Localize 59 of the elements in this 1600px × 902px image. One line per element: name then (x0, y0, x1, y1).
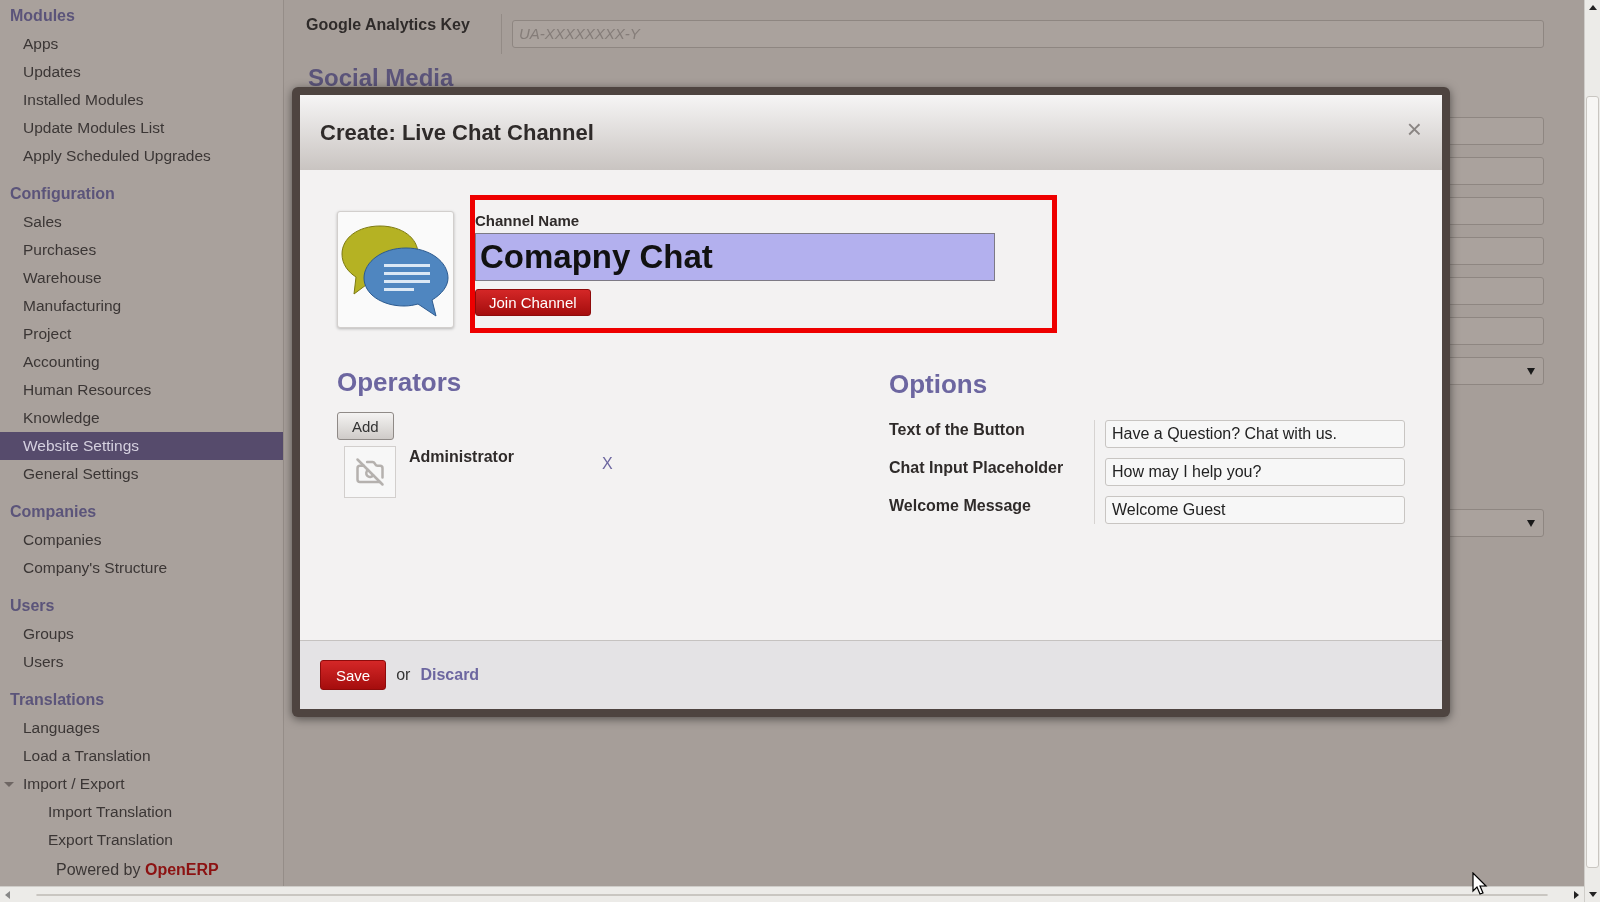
sidebar-item[interactable]: Warehouse (0, 264, 283, 292)
sidebar-item[interactable]: Load a Translation (0, 742, 283, 770)
sidebar-item[interactable]: Update Modules List (0, 114, 283, 142)
field-label: Channel Name (475, 212, 580, 229)
section-heading: Operators (337, 367, 462, 398)
sidebar-item[interactable]: Companies (0, 526, 283, 554)
dropdown-arrow-icon (1527, 368, 1535, 375)
sidebar-item[interactable]: Updates (0, 58, 283, 86)
add-button[interactable]: Add (337, 412, 394, 440)
sidebar-item[interactable]: Manufacturing (0, 292, 283, 320)
mouse-pointer-icon (1472, 872, 1488, 896)
field-label: Chat Input Placeholder (889, 458, 1065, 478)
join-channel-button[interactable]: Join Channel (475, 289, 591, 316)
sidebar-section-title: Users (9, 596, 56, 616)
caret-icon[interactable] (4, 782, 14, 787)
sidebar-item[interactable]: Website Settings (0, 432, 283, 460)
remove-link[interactable]: X (602, 455, 613, 473)
sidebar-section-title: Modules (9, 6, 76, 26)
sidebar-item[interactable]: Sales (0, 208, 283, 236)
input-field[interactable]: How may I help you? (1105, 458, 1405, 486)
sidebar-item[interactable]: Apps (0, 30, 283, 58)
vertical-scrollbar[interactable] (1584, 0, 1600, 902)
sidebar-item[interactable]: Languages (0, 714, 283, 742)
camera-off-icon (355, 457, 385, 487)
close-button[interactable]: × (1406, 115, 1422, 142)
sidebar-item[interactable]: Import / Export (0, 770, 283, 798)
section-heading: Options (889, 369, 989, 400)
channel-name-field[interactable]: Comapny Chat (475, 233, 995, 281)
sidebar-item[interactable]: Knowledge (0, 404, 283, 432)
sidebar-item[interactable]: Accounting (0, 348, 283, 376)
sidebar-item[interactable]: Installed Modules (0, 86, 283, 114)
sidebar-item[interactable]: Project (0, 320, 283, 348)
input-field[interactable]: Welcome Guest (1105, 496, 1405, 524)
sidebar-section-title: Translations (9, 690, 106, 710)
sidebar-section-title: Companies (9, 502, 98, 522)
sidebar-item[interactable]: Purchases (0, 236, 283, 264)
field-label: Welcome Message (889, 496, 1032, 516)
sidebar-item[interactable]: Groups (0, 620, 283, 648)
dialog-title: Create: Live Chat Channel (320, 119, 594, 146)
operator-name: Administrator (409, 448, 515, 466)
dropdown-arrow-icon (1527, 520, 1535, 527)
field-label: Google Analytics Key (306, 16, 471, 34)
section-heading: Social Media (307, 64, 454, 93)
sidebar-item[interactable]: General Settings (0, 460, 283, 488)
sidebar-item[interactable]: Users (0, 648, 283, 676)
sidebar-section-title: Configuration (9, 184, 116, 204)
input-field[interactable]: Have a Question? Chat with us. (1105, 420, 1405, 448)
save-button[interactable]: Save (320, 660, 387, 690)
sidebar-item[interactable]: Human Resources (0, 376, 283, 404)
horizontal-scrollbar[interactable] (0, 886, 1584, 902)
sidebar-item[interactable]: Company's Structure (0, 554, 283, 582)
powered-by-text: Powered by OpenERP (55, 860, 220, 880)
channel-image[interactable] (337, 211, 454, 328)
discard-link[interactable]: Discard (420, 666, 480, 684)
sidebar-item[interactable]: Export Translation (0, 826, 283, 854)
field-label: Text of the Button (889, 420, 1026, 440)
or-text: or (396, 666, 411, 684)
sidebar-item[interactable]: Apply Scheduled Upgrades (0, 142, 283, 170)
sidebar-item[interactable]: Import Translation (0, 798, 283, 826)
